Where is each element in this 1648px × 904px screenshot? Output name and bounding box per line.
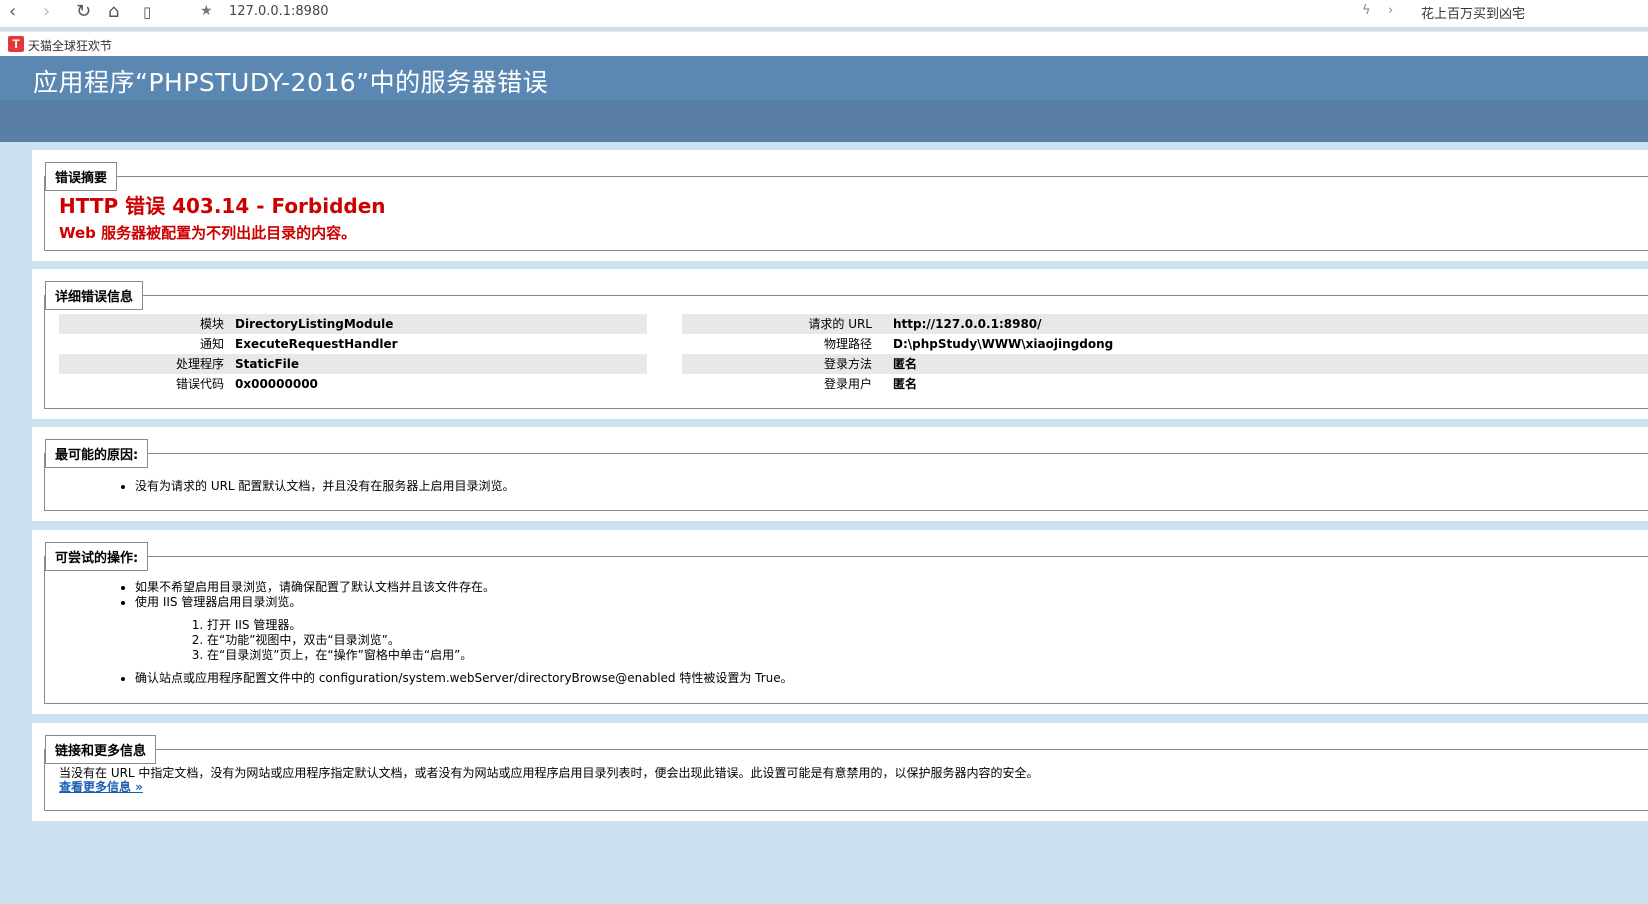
causes-legend: 最可能的原因: — [45, 439, 149, 468]
detail-row-module: 模块 DirectoryListingModule — [59, 314, 647, 334]
links-legend: 链接和更多信息 — [45, 735, 157, 764]
list-item: 如果不希望启用目录浏览，请确保配置了默认文档并且该文件存在。 — [135, 580, 793, 595]
actions-legend: 可尝试的操作: — [45, 542, 149, 571]
detail-value: DirectoryListingModule — [235, 317, 394, 331]
detail-label: 请求的 URL — [808, 317, 872, 331]
list-item: 使用 IIS 管理器启用目录浏览。 — [135, 595, 793, 610]
page-title: 应用程序“PHPSTUDY-2016”中的服务器错误 — [33, 68, 549, 97]
list-item: 没有为请求的 URL 配置默认文档，并且没有在服务器上启用目录浏览。 — [135, 477, 514, 494]
page-header: 应用程序“PHPSTUDY-2016”中的服务器错误 — [0, 56, 1648, 100]
back-icon[interactable]: ‹ — [9, 2, 16, 22]
address-bar[interactable]: 127.0.0.1:8980 — [229, 4, 329, 19]
detail-row-logon-method: 登录方法 匿名 — [682, 354, 1648, 374]
detail-row-path: 物理路径 D:\phpStudy\WWW\xiaojingdong — [682, 334, 1648, 354]
actions-panel: 可尝试的操作: 如果不希望启用目录浏览，请确保配置了默认文档并且该文件存在。 使… — [32, 530, 1648, 714]
causes-panel: 最可能的原因: 没有为请求的 URL 配置默认文档，并且没有在服务器上启用目录浏… — [32, 427, 1648, 521]
bookmarks-bar: T 天猫全球狂欢节 — [0, 31, 1648, 57]
detail-row-url: 请求的 URL http://127.0.0.1:8980/ — [682, 314, 1648, 334]
details-legend: 详细错误信息 — [45, 281, 144, 310]
detail-label: 登录用户 — [823, 377, 872, 391]
detail-row-logon-user: 登录用户 匿名 — [682, 374, 1648, 394]
detail-label: 处理程序 — [175, 357, 224, 371]
steps-list: 打开 IIS 管理器。 在“功能”视图中，双击“目录浏览”。 在“目录浏览”页上… — [207, 618, 793, 663]
more-info-link[interactable]: 查看更多信息 » — [59, 778, 143, 795]
detail-value: ExecuteRequestHandler — [235, 337, 398, 351]
browser-toolbar: ‹ › ↻ ⌂ ▯ ★ 127.0.0.1:8980 ϟ › 花上百万买到凶宅 — [0, 0, 1648, 27]
detail-label: 错误代码 — [175, 377, 224, 391]
summary-legend: 错误摘要 — [45, 162, 118, 191]
list-item: 在“功能”视图中，双击“目录浏览”。 — [207, 633, 793, 648]
home-icon[interactable]: ⌂ — [108, 2, 119, 22]
actions-content: 如果不希望启用目录浏览，请确保配置了默认文档并且该文件存在。 使用 IIS 管理… — [135, 580, 793, 686]
causes-list: 没有为请求的 URL 配置默认文档，并且没有在服务器上启用目录浏览。 — [135, 477, 514, 494]
summary-panel: 错误摘要 HTTP 错误 403.14 - Forbidden Web 服务器被… — [32, 150, 1648, 261]
detail-label: 登录方法 — [823, 357, 872, 371]
causes-fieldset: 最可能的原因: — [44, 439, 1648, 511]
bookmark-item[interactable]: 天猫全球狂欢节 — [28, 37, 112, 54]
links-panel: 链接和更多信息 当没有在 URL 中指定文档，没有为网站或应用程序指定默认文档，… — [32, 723, 1648, 821]
lightning-icon[interactable]: ϟ — [1362, 3, 1371, 18]
detail-label: 模块 — [199, 317, 224, 331]
error-title: HTTP 错误 403.14 - Forbidden — [59, 194, 386, 218]
detail-value: D:\phpStudy\WWW\xiaojingdong — [893, 337, 1114, 351]
news-ticker[interactable]: 花上百万买到凶宅 — [1421, 3, 1525, 22]
list-item: 确认站点或应用程序配置文件中的 configuration/system.web… — [135, 671, 793, 686]
detail-value: StaticFile — [235, 357, 300, 371]
detail-value: 匿名 — [893, 357, 918, 371]
detail-value: http://127.0.0.1:8980/ — [893, 317, 1042, 331]
details-panel: 详细错误信息 模块 DirectoryListingModule 通知 Exec… — [32, 269, 1648, 419]
detail-label: 通知 — [199, 337, 224, 351]
detail-label: 物理路径 — [823, 337, 872, 351]
list-item: 在“目录浏览”页上，在“操作”窗格中单击“启用”。 — [207, 648, 793, 663]
error-subtitle: Web 服务器被配置为不列出此目录的内容。 — [59, 224, 357, 242]
star-icon[interactable]: ★ — [200, 3, 213, 19]
detail-row-notification: 通知 ExecuteRequestHandler — [59, 334, 647, 354]
detail-value: 匿名 — [893, 377, 918, 391]
links-description: 当没有在 URL 中指定文档，没有为网站或应用程序指定默认文档，或者没有为网站或… — [59, 766, 1039, 780]
detail-row-handler: 处理程序 StaticFile — [59, 354, 647, 374]
forward-icon[interactable]: › — [43, 2, 50, 22]
chevron-right-icon[interactable]: › — [1388, 3, 1393, 18]
detail-value: 0x00000000 — [235, 377, 318, 391]
header-band — [0, 100, 1648, 142]
list-item: 打开 IIS 管理器。 — [207, 618, 793, 633]
detail-row-error-code: 错误代码 0x00000000 — [59, 374, 647, 394]
reload-icon[interactable]: ↻ — [76, 2, 91, 22]
tmall-logo-icon: T — [8, 36, 24, 52]
reader-icon[interactable]: ▯ — [143, 2, 151, 22]
